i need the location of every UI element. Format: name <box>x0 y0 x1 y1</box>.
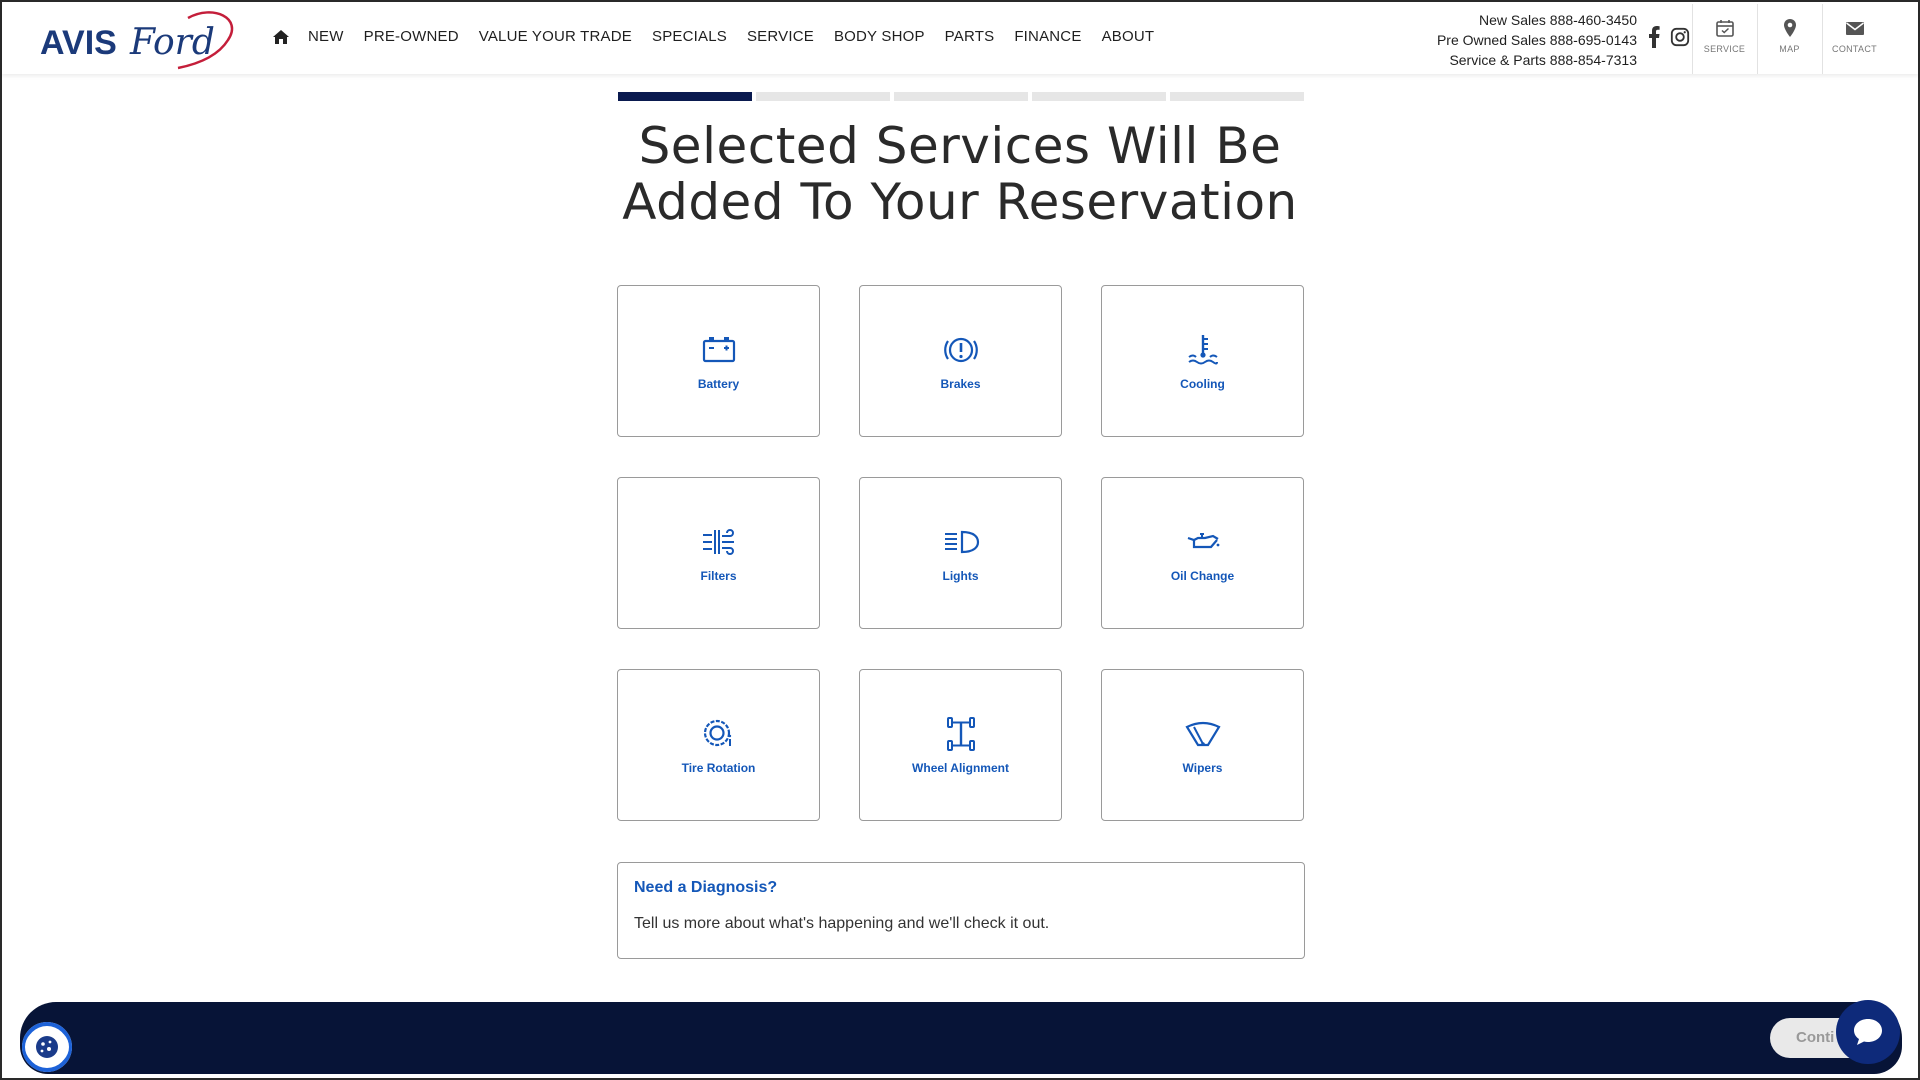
service-card-label: Oil Change <box>1170 569 1235 583</box>
map-button[interactable]: MAP <box>1757 4 1821 74</box>
service-card-wheel-alignment[interactable]: Wheel Alignment <box>859 669 1062 821</box>
nav-parts[interactable]: PARTS <box>935 28 1005 45</box>
coolant-temperature-icon <box>1187 335 1218 365</box>
progress-step-1 <box>618 92 752 101</box>
page-title-line-1: Selected Services Will Be <box>638 117 1282 175</box>
nav-body-shop[interactable]: BODY SHOP <box>824 28 935 45</box>
service-card-label: Cooling <box>1180 377 1225 391</box>
progress-step-5 <box>1170 92 1304 101</box>
home-icon[interactable] <box>272 29 290 45</box>
service-card-cooling[interactable]: Cooling <box>1101 285 1304 437</box>
envelope-icon <box>1845 22 1864 35</box>
nav-about[interactable]: ABOUT <box>1092 28 1165 45</box>
service-card-label: Wheel Alignment <box>912 761 1009 775</box>
main-nav: NEW PRE-OWNED VALUE YOUR TRADE SPECIALS … <box>272 28 1164 45</box>
service-parts-phone[interactable]: Service & Parts 888-854-7313 <box>1437 50 1637 70</box>
diagnosis-title: Need a Diagnosis? <box>634 879 778 896</box>
service-card-lights[interactable]: Lights <box>859 477 1062 629</box>
progress-step-4 <box>1032 92 1166 101</box>
service-card-brakes[interactable]: Brakes <box>859 285 1062 437</box>
oil-can-icon <box>1187 533 1219 549</box>
service-card-label: Battery <box>697 377 740 391</box>
air-filter-icon <box>702 529 734 555</box>
progress-step-2 <box>756 92 890 101</box>
progress-step-3 <box>894 92 1028 101</box>
calendar-icon <box>1715 20 1734 37</box>
step-progress-bar <box>618 92 1304 101</box>
nav-service[interactable]: SERVICE <box>737 28 824 45</box>
nav-value-your-trade[interactable]: VALUE YOUR TRADE <box>469 28 642 45</box>
service-card-label: Lights <box>942 569 979 583</box>
site-header: AVIS Ford NEW PRE-OWNED VALUE YOUR TRADE… <box>2 2 1918 74</box>
service-card-label: Wipers <box>1182 761 1223 775</box>
battery-icon <box>702 337 735 363</box>
svg-text:AVIS: AVIS <box>40 24 117 62</box>
map-pin-icon <box>1783 19 1796 37</box>
nav-finance[interactable]: FINANCE <box>1004 28 1091 45</box>
map-button-label: MAP <box>1779 44 1800 54</box>
page-title: Selected Services Will Be Added To Your … <box>560 118 1360 230</box>
contact-button[interactable]: CONTACT <box>1822 4 1886 74</box>
service-button-label: SERVICE <box>1703 44 1746 54</box>
service-card-label: Filters <box>700 569 737 583</box>
brake-warning-icon <box>943 337 978 363</box>
tire-pressure-icon <box>703 719 731 747</box>
service-options-grid: Battery Brakes Cooling Filters Lights Oi… <box>617 285 1304 821</box>
nav-pre-owned[interactable]: PRE-OWNED <box>354 28 469 45</box>
service-card-oil-change[interactable]: Oil Change <box>1101 477 1304 629</box>
facebook-icon[interactable] <box>1644 26 1664 48</box>
service-card-battery[interactable]: Battery <box>617 285 820 437</box>
social-links <box>1644 26 1690 48</box>
service-card-label: Tire Rotation <box>681 761 756 775</box>
chat-bubble-icon <box>1854 1019 1882 1045</box>
chat-button[interactable] <box>1836 1000 1900 1064</box>
service-card-wipers[interactable]: Wipers <box>1101 669 1304 821</box>
instagram-icon[interactable] <box>1670 26 1690 48</box>
wheel-alignment-icon <box>946 717 975 751</box>
new-sales-phone[interactable]: New Sales 888-460-3450 <box>1437 10 1637 30</box>
cookie-icon <box>36 1036 58 1058</box>
diagnosis-card[interactable]: Need a Diagnosis? Tell us more about wha… <box>617 862 1305 959</box>
cookie-settings-button[interactable] <box>22 1022 72 1072</box>
pre-owned-sales-phone[interactable]: Pre Owned Sales 888-695-0143 <box>1437 30 1637 50</box>
service-schedule-button[interactable]: SERVICE <box>1692 4 1756 74</box>
wiper-icon <box>1184 721 1221 747</box>
nav-new[interactable]: NEW <box>298 28 354 45</box>
service-card-tire-rotation[interactable]: Tire Rotation <box>617 669 820 821</box>
contact-button-label: CONTACT <box>1832 44 1877 54</box>
nav-specials[interactable]: SPECIALS <box>642 28 737 45</box>
service-card-label: Brakes <box>940 377 981 391</box>
service-card-filters[interactable]: Filters <box>617 477 820 629</box>
footer-action-bar <box>20 1002 1902 1074</box>
phone-numbers: New Sales 888-460-3450 Pre Owned Sales 8… <box>1437 10 1637 70</box>
diagnosis-description: Tell us more about what's happening and … <box>634 915 1050 932</box>
avis-ford-logo[interactable]: AVIS Ford <box>38 8 238 70</box>
page-title-line-2: Added To Your Reservation <box>622 173 1298 231</box>
headlight-icon <box>944 530 979 554</box>
svg-text:Ford: Ford <box>129 22 215 63</box>
